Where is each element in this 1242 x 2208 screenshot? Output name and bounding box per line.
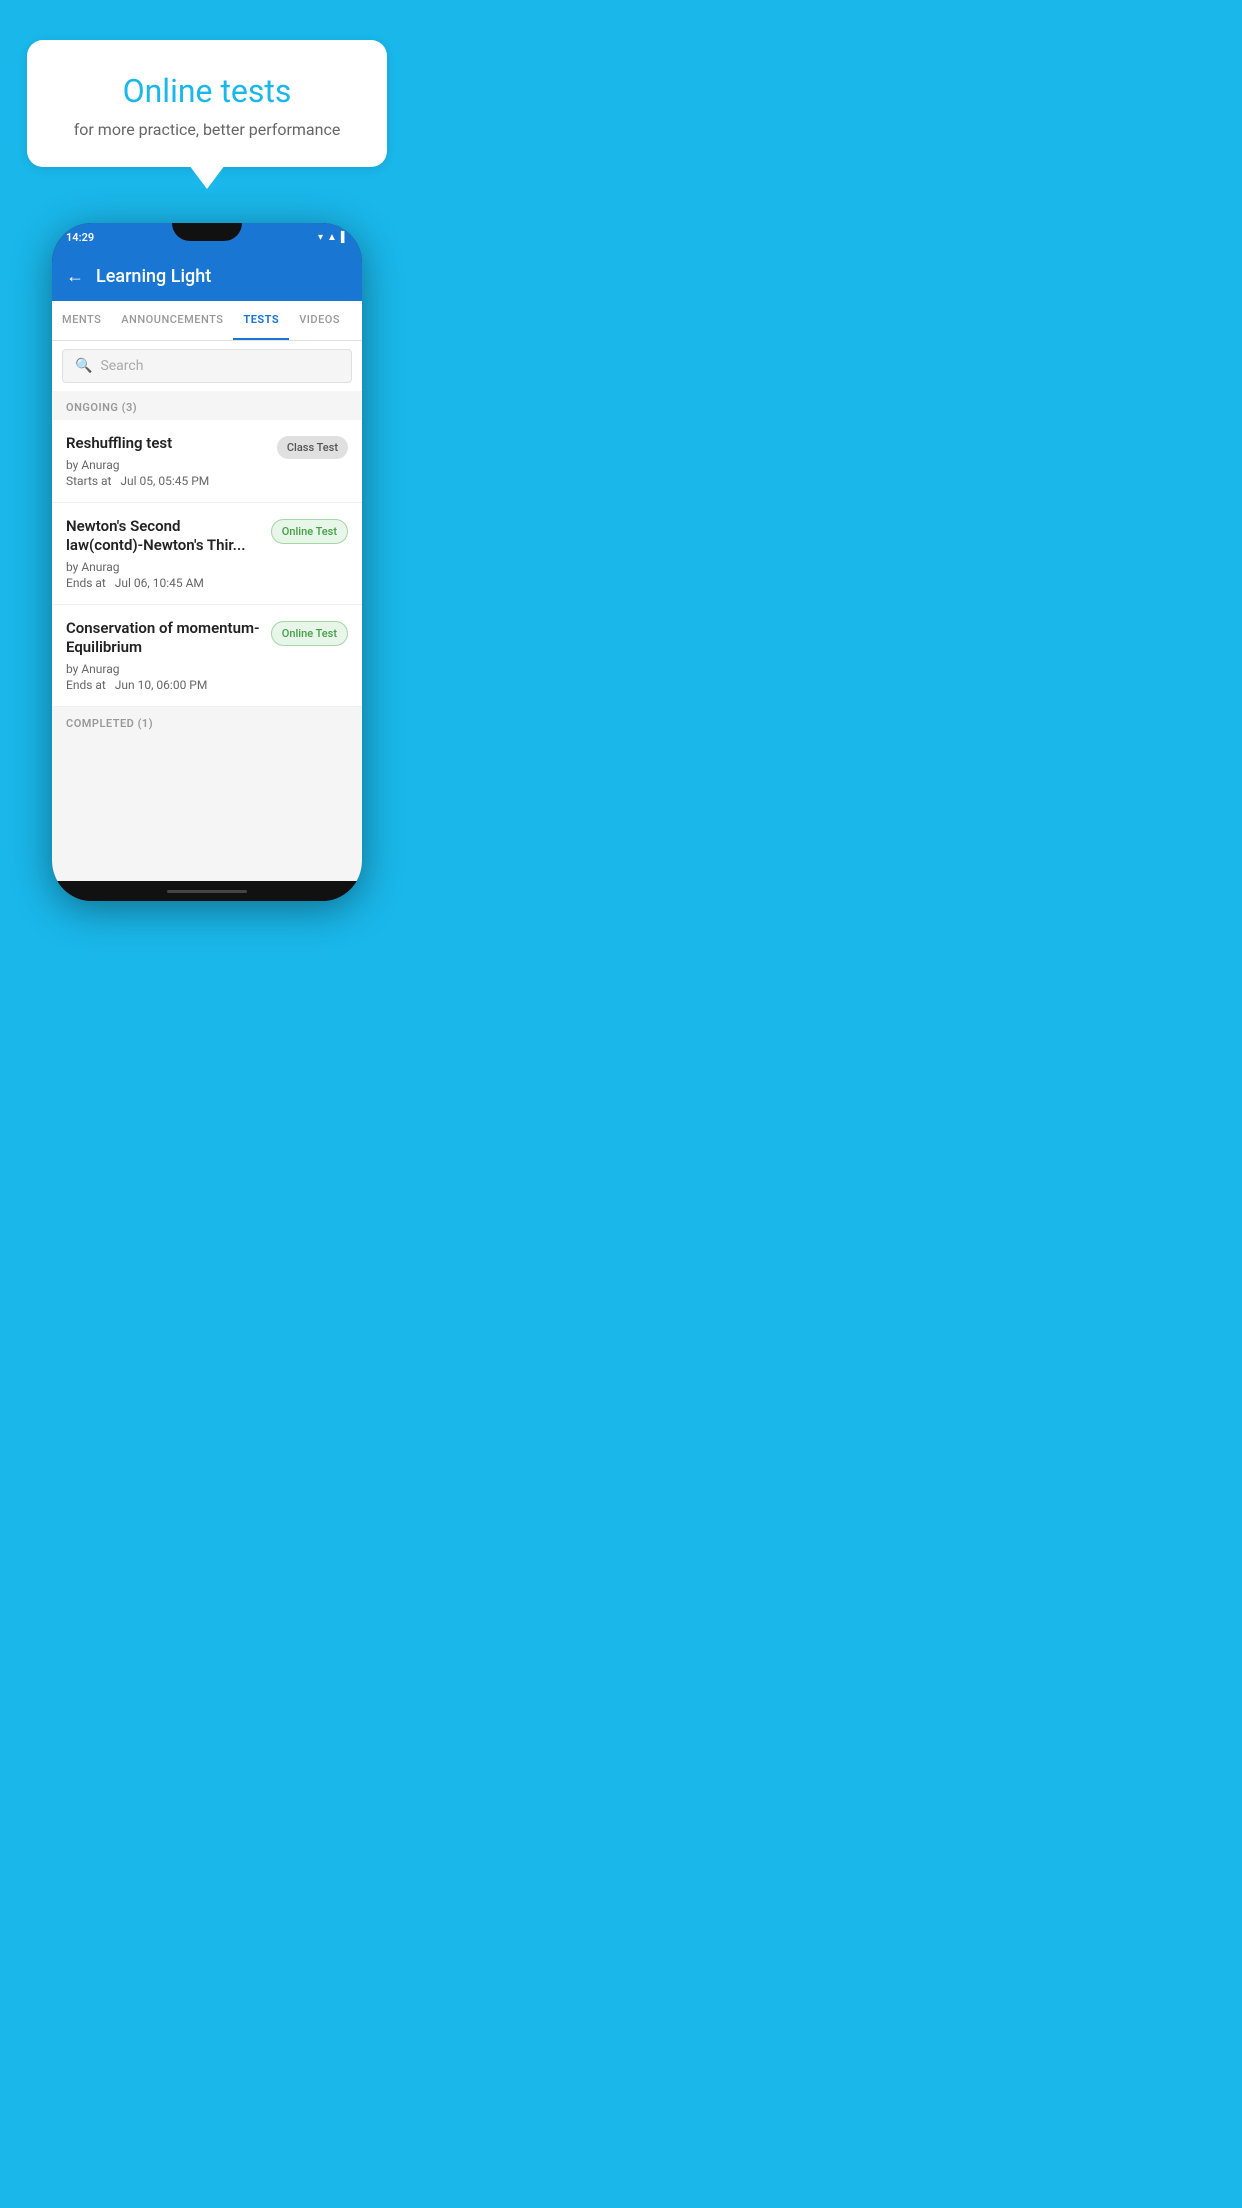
test-info: Newton's Second law(contd)-Newton's Thir… [66,517,261,590]
test-name: Newton's Second law(contd)-Newton's Thir… [66,517,261,556]
search-placeholder: Search [100,358,143,374]
status-bar: 14:29 ▾ ▲ ▌ [52,223,362,251]
tab-ments[interactable]: MENTS [52,301,111,340]
test-by: by Anurag [66,662,261,676]
hero-subtitle: for more practice, better performance [55,120,359,139]
status-time: 14:29 [66,231,94,244]
home-indicator [167,890,247,893]
phone-bottom [52,881,362,901]
back-button[interactable]: ← [66,266,84,287]
test-badge-online: Online Test [271,519,348,544]
test-name: Reshuffling test [66,434,267,454]
test-item[interactable]: Reshuffling test by Anurag Starts at Jul… [52,420,362,503]
ongoing-section-label: ONGOING (3) [52,391,362,420]
phone-wrapper: 14:29 ▾ ▲ ▌ ← Learning Light MENTS ANNOU… [0,223,414,901]
test-list: Reshuffling test by Anurag Starts at Jul… [52,420,362,707]
status-icons: ▾ ▲ ▌ [318,232,348,243]
test-name: Conservation of momentum-Equilibrium [66,619,261,658]
notch [172,223,242,241]
phone-screen: MENTS ANNOUNCEMENTS TESTS VIDEOS 🔍 Searc… [52,301,362,881]
tab-announcements[interactable]: ANNOUNCEMENTS [111,301,233,340]
test-badge-online: Online Test [271,621,348,646]
tab-videos[interactable]: VIDEOS [289,301,350,340]
test-item[interactable]: Newton's Second law(contd)-Newton's Thir… [52,503,362,605]
tabs-container: MENTS ANNOUNCEMENTS TESTS VIDEOS [52,301,362,341]
search-bar[interactable]: 🔍 Search [62,349,352,383]
app-header: ← Learning Light [52,251,362,301]
phone-frame: 14:29 ▾ ▲ ▌ ← Learning Light MENTS ANNOU… [52,223,362,901]
hero-title: Online tests [55,72,359,110]
wifi-icon: ▾ [318,232,323,243]
tab-tests[interactable]: TESTS [233,301,289,340]
completed-section-label: COMPLETED (1) [52,707,362,736]
search-icon: 🔍 [75,358,92,374]
app-title: Learning Light [96,266,211,287]
signal-icon: ▲ [327,232,337,243]
test-date: Ends at Jul 06, 10:45 AM [66,576,261,590]
search-container: 🔍 Search [52,341,362,391]
test-by: by Anurag [66,458,267,472]
test-info: Conservation of momentum-Equilibrium by … [66,619,261,692]
battery-icon: ▌ [341,232,348,243]
test-date: Starts at Jul 05, 05:45 PM [66,474,267,488]
test-badge-class: Class Test [277,436,348,459]
speech-bubble: Online tests for more practice, better p… [27,40,387,167]
test-by: by Anurag [66,560,261,574]
hero-section: Online tests for more practice, better p… [0,0,414,167]
test-date: Ends at Jun 10, 06:00 PM [66,678,261,692]
test-item[interactable]: Conservation of momentum-Equilibrium by … [52,605,362,707]
test-info: Reshuffling test by Anurag Starts at Jul… [66,434,267,488]
